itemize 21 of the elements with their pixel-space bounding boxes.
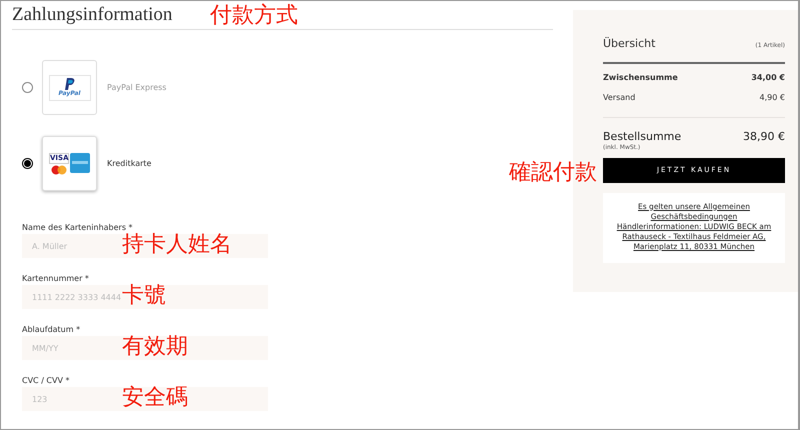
payment-label[interactable]: Kreditkarte xyxy=(107,158,152,170)
summary-value: 4,90 € xyxy=(760,92,785,104)
annotation-label: 確認付款 xyxy=(509,160,597,186)
field-label: Kartennummer * xyxy=(22,273,90,285)
total-label: Bestellsumme xyxy=(603,130,682,142)
annotation-label: 卡號 xyxy=(122,283,166,309)
total-value: 38,90 € xyxy=(743,130,785,142)
annotation-label: 有效期 xyxy=(122,334,188,360)
field-label: CVC / CVV * xyxy=(22,375,70,387)
field-label: Name des Karteninhabers * xyxy=(22,222,134,233)
field-label: Ablaufdatum * xyxy=(22,324,82,336)
summary-label: Versand xyxy=(603,92,636,104)
radio-button[interactable] xyxy=(22,158,33,169)
annotation-label: 安全碼 xyxy=(122,385,188,411)
summary-title: Übersicht xyxy=(603,36,656,52)
summary-value: 34,00 € xyxy=(751,72,785,84)
summary-label: Zwischensumme xyxy=(603,72,678,84)
annotation-label: 持卡人姓名 xyxy=(122,232,232,258)
annotation-label: 付款方式 xyxy=(210,3,298,29)
section-title: Zahlungsinformation xyxy=(12,4,172,25)
radio-button[interactable] xyxy=(22,82,33,93)
